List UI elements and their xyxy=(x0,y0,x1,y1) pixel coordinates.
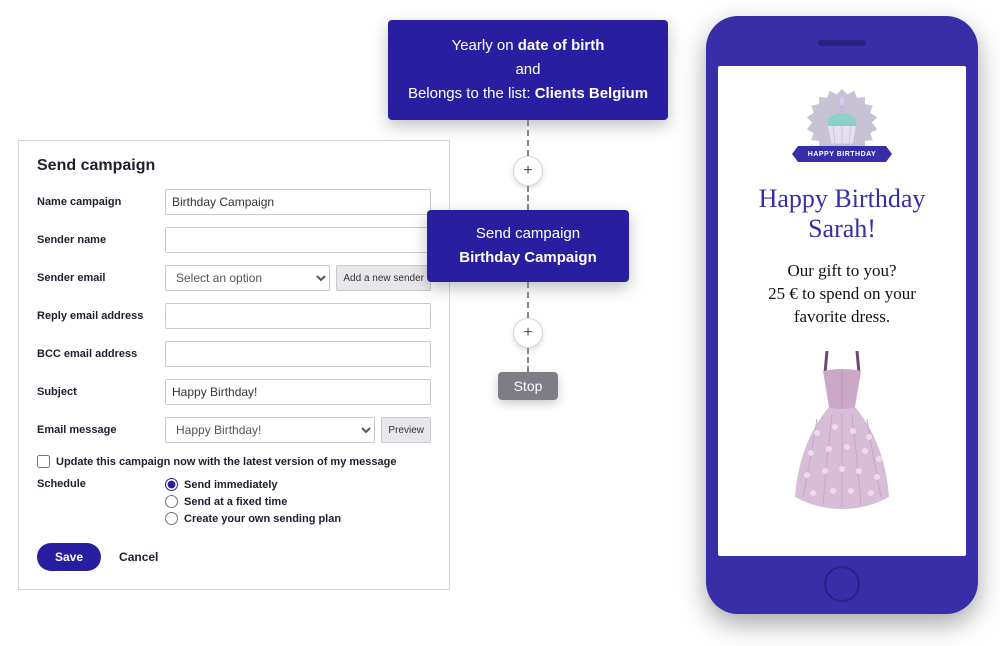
connector-line xyxy=(527,282,529,318)
form-title: Send campaign xyxy=(37,157,431,175)
radio-own-plan[interactable] xyxy=(165,512,178,525)
row-name-campaign: Name campaign xyxy=(37,189,431,215)
radio-send-immediately[interactable] xyxy=(165,478,178,491)
offer-line3: favorite dress. xyxy=(794,307,890,326)
action-node[interactable]: Send campaign Birthday Campaign xyxy=(427,210,629,282)
schedule-option-label: Send at a fixed time xyxy=(184,496,287,508)
label-sender-email: Sender email xyxy=(37,272,165,284)
email-preview-screen: HAPPY BIRTHDAY Happy Birthday Sarah! Our… xyxy=(718,66,966,556)
automation-flow: Yearly on date of birth and Belongs to t… xyxy=(380,20,676,400)
add-step-button[interactable]: + xyxy=(513,318,543,348)
connector-line xyxy=(527,120,529,156)
trigger-node[interactable]: Yearly on date of birth and Belongs to t… xyxy=(388,20,668,120)
schedule-option-0[interactable]: Send immediately xyxy=(165,478,341,491)
greeting-text: Happy Birthday Sarah! xyxy=(759,184,926,244)
ribbon-label: HAPPY BIRTHDAY xyxy=(792,146,892,162)
schedule-block: Schedule Send immediately Send at a fixe… xyxy=(37,478,431,529)
trigger-bold-date: date of birth xyxy=(518,37,605,54)
action-line1: Send campaign xyxy=(476,225,580,242)
radio-fixed-time[interactable] xyxy=(165,495,178,508)
connector-line xyxy=(527,348,529,372)
offer-line1: Our gift to you? xyxy=(787,261,896,280)
row-subject: Subject xyxy=(37,379,431,405)
dress-icon xyxy=(777,347,907,517)
label-message: Email message xyxy=(37,424,165,436)
row-email-message: Email message Happy Birthday! Preview xyxy=(37,417,431,443)
label-schedule: Schedule xyxy=(37,478,165,529)
row-sender-name: Sender name xyxy=(37,227,431,253)
action-line2: Birthday Campaign xyxy=(459,249,597,266)
label-bcc-email: BCC email address xyxy=(37,348,165,360)
add-step-button[interactable]: + xyxy=(513,156,543,186)
trigger-prefix: Yearly on xyxy=(452,37,518,54)
row-sender-email: Sender email Select an option Add a new … xyxy=(37,265,431,291)
connector-line xyxy=(527,186,529,210)
form-actions: Save Cancel xyxy=(37,543,431,571)
schedule-option-label: Send immediately xyxy=(184,479,278,491)
label-subject: Subject xyxy=(37,386,165,398)
row-reply-email: Reply email address xyxy=(37,303,431,329)
preview-button[interactable]: Preview xyxy=(381,417,431,443)
row-bcc-email: BCC email address xyxy=(37,341,431,367)
select-message[interactable]: Happy Birthday! xyxy=(165,417,375,443)
select-sender-email[interactable]: Select an option xyxy=(165,265,330,291)
schedule-option-1[interactable]: Send at a fixed time xyxy=(165,495,341,508)
phone-preview: HAPPY BIRTHDAY Happy Birthday Sarah! Our… xyxy=(706,16,978,614)
trigger-list-name: Clients Belgium xyxy=(535,85,648,102)
phone-home-button-icon xyxy=(824,566,860,602)
offer-text: Our gift to you? 25 € to spend on your f… xyxy=(768,260,916,329)
label-sender-name: Sender name xyxy=(37,234,165,246)
label-reply-email: Reply email address xyxy=(37,310,165,322)
update-checkbox-row: Update this campaign now with the latest… xyxy=(37,455,431,468)
label-name-campaign: Name campaign xyxy=(37,196,165,208)
update-checkbox-label: Update this campaign now with the latest… xyxy=(56,456,396,468)
update-checkbox[interactable] xyxy=(37,455,50,468)
birthday-badge-icon: HAPPY BIRTHDAY xyxy=(798,82,886,170)
stop-node[interactable]: Stop xyxy=(498,372,559,400)
cancel-button[interactable]: Cancel xyxy=(119,550,158,564)
phone-speaker-icon xyxy=(818,40,866,46)
schedule-option-label: Create your own sending plan xyxy=(184,513,341,525)
greeting-line2: Sarah! xyxy=(808,214,876,243)
greeting-line1: Happy Birthday xyxy=(759,184,926,213)
trigger-list-prefix: Belongs to the list: xyxy=(408,85,535,102)
trigger-and: and xyxy=(515,61,540,78)
schedule-option-2[interactable]: Create your own sending plan xyxy=(165,512,341,525)
save-button[interactable]: Save xyxy=(37,543,101,571)
offer-line2: 25 € to spend on your xyxy=(768,284,916,303)
